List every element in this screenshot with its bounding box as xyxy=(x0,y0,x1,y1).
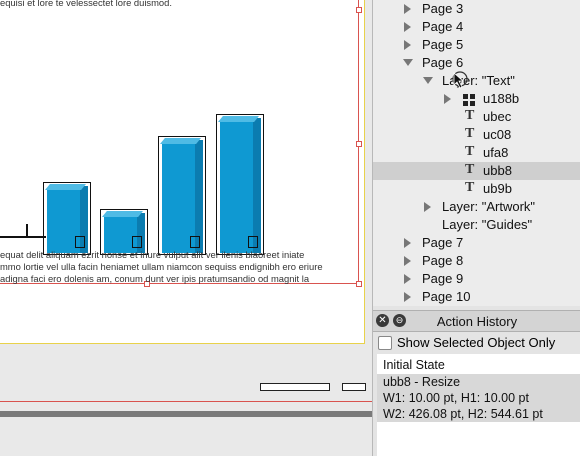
chevron-right-icon[interactable] xyxy=(404,4,411,14)
tree-item-u188b[interactable]: u188b xyxy=(373,90,580,108)
tree-item-label: Page 9 xyxy=(422,271,464,286)
chevron-right-icon[interactable] xyxy=(404,256,411,266)
chevron-right-icon[interactable] xyxy=(404,238,411,248)
chevron-down-icon[interactable] xyxy=(423,77,433,84)
action-history-header: ✕ ⊖ Action History xyxy=(373,310,580,332)
tree-item-label: ufa8 xyxy=(483,145,509,160)
chart-bar-frame xyxy=(216,114,264,255)
tree-item-label: u188b xyxy=(483,91,520,106)
history-entry-detail: W2: 426.08 pt, H2: 544.61 pt xyxy=(377,406,580,422)
tree-item-label: uc08 xyxy=(483,127,512,142)
tree-item-label: Layer: "Artwork" xyxy=(442,199,536,214)
tree-item-page-3[interactable]: Page 3 xyxy=(373,0,580,18)
chevron-right-icon[interactable] xyxy=(404,40,411,50)
tree-item-ubec[interactable]: Tubec xyxy=(373,108,580,126)
show-selected-only-option[interactable]: Show Selected Object Only xyxy=(373,332,580,354)
history-entry-resize[interactable]: ubb8 - Resize xyxy=(377,374,580,390)
chart-bar-anchor xyxy=(190,236,200,248)
history-entry-detail: W1: 10.00 pt, H1: 10.00 pt xyxy=(377,390,580,406)
chevron-down-icon[interactable] xyxy=(403,59,413,66)
text-frame-icon: T xyxy=(465,162,475,177)
cursor-icon xyxy=(452,71,468,89)
tree-item-ufa8[interactable]: Tufa8 xyxy=(373,144,580,162)
text-frame-icon: T xyxy=(465,108,475,123)
tree-item-label: Page 4 xyxy=(422,19,464,34)
tree-item-label: ubb8 xyxy=(483,163,512,178)
tree-item-label: Page 6 xyxy=(422,55,464,70)
frame-placeholder[interactable] xyxy=(260,383,330,391)
pasteboard-edge xyxy=(0,411,372,417)
tree-item-page-10[interactable]: Page 10 xyxy=(373,288,580,306)
body-text-line-2: mmo lortie vel ulla facin heniamet ullam… xyxy=(0,261,323,272)
chart-bar-anchor xyxy=(75,236,85,248)
tree-item-page-4[interactable]: Page 4 xyxy=(373,18,580,36)
show-selected-only-checkbox[interactable] xyxy=(378,336,392,350)
chevron-right-icon[interactable] xyxy=(424,202,431,212)
tree-item-ub9b[interactable]: Tub9b xyxy=(373,180,580,198)
action-history-title: Action History xyxy=(436,314,518,329)
chart-axis-tick xyxy=(26,224,28,236)
tree-item-page-5[interactable]: Page 5 xyxy=(373,36,580,54)
tree-item-page-7[interactable]: Page 7 xyxy=(373,234,580,252)
selection-handle[interactable] xyxy=(356,281,362,287)
frame-placeholder[interactable] xyxy=(342,383,366,391)
group-grid-icon xyxy=(463,94,475,106)
selection-handle[interactable] xyxy=(356,141,362,147)
chevron-right-icon[interactable] xyxy=(404,274,411,284)
tree-item-label: Page 7 xyxy=(422,235,464,250)
document-canvas[interactable]: equisi et lore te velessectet lore duism… xyxy=(0,0,372,456)
selection-handle[interactable] xyxy=(356,7,362,13)
bleed-guide xyxy=(0,401,372,402)
chevron-right-icon[interactable] xyxy=(404,292,411,302)
tree-item-ubb8[interactable]: Tubb8 xyxy=(373,162,580,180)
chart-axis-line xyxy=(0,236,46,238)
tree-item-page-8[interactable]: Page 8 xyxy=(373,252,580,270)
tree-item-page-6[interactable]: Page 6 xyxy=(373,54,580,72)
chevron-right-icon[interactable] xyxy=(444,94,451,104)
tree-item-layer-artwork[interactable]: Layer: "Artwork" xyxy=(373,198,580,216)
text-frame-icon: T xyxy=(465,126,475,141)
action-history-list[interactable]: Initial State ubb8 - Resize W1: 10.00 pt… xyxy=(377,354,580,456)
tree-item-layer-text[interactable]: Layer: "Text" xyxy=(373,71,580,90)
body-text-top: equisi et lore te velessectet lore duism… xyxy=(0,0,172,8)
tree-item-label: Layer: "Guides" xyxy=(442,217,533,232)
right-panel: Page 3 Page 4 Page 5 Page 6 Layer: "Text… xyxy=(372,0,580,456)
tree-item-layer-guides[interactable]: Layer: "Guides" xyxy=(373,216,580,234)
body-text-line-3: adigna faci ero dolenis am, conum dunt v… xyxy=(0,273,310,284)
text-frame-icon: T xyxy=(465,180,475,195)
tree-item-label: Page 8 xyxy=(422,253,464,268)
chevron-right-icon[interactable] xyxy=(404,22,411,32)
tree-item-label: Page 3 xyxy=(422,1,464,16)
tree-item-page-9[interactable]: Page 9 xyxy=(373,270,580,288)
text-frame-icon: T xyxy=(465,144,475,159)
show-selected-only-label: Show Selected Object Only xyxy=(397,335,556,350)
tree-item-label: ub9b xyxy=(483,181,512,196)
history-entry-initial-state[interactable]: Initial State xyxy=(377,356,580,374)
body-text-line-1: equat delit aliquam ezrit nonse et inure… xyxy=(0,249,305,260)
tree-item-label: ubec xyxy=(483,109,512,124)
layers-tree[interactable]: Page 3 Page 4 Page 5 Page 6 Layer: "Text… xyxy=(373,0,580,306)
tree-item-label: Page 5 xyxy=(422,37,464,52)
tree-item-label: Page 10 xyxy=(422,289,471,304)
chart-bar-anchor xyxy=(132,236,142,248)
tree-item-uc08[interactable]: Tuc08 xyxy=(373,126,580,144)
chart-bar-anchor xyxy=(248,236,258,248)
document-page[interactable]: equisi et lore te velessectet lore duism… xyxy=(0,0,365,344)
